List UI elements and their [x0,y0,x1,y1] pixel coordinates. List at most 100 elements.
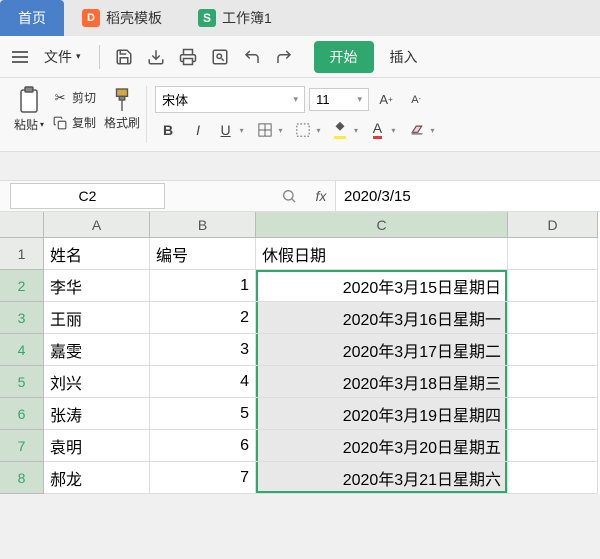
font-group: 宋体 ▾ 11 ▾ A+ A- B I U▾ ▾ [149,86,445,143]
copy-button[interactable]: 复制 [48,111,100,134]
file-label: 文件 [44,47,72,67]
chevron-down-icon: ▾ [354,126,358,135]
paste-button[interactable]: 粘贴 ▾ [14,116,44,133]
paste-text: 粘贴 [14,116,38,133]
save-icon[interactable] [110,43,138,71]
cell[interactable]: 编号 [150,238,256,270]
insert-label: 插入 [390,49,418,65]
export-icon[interactable] [142,43,170,71]
outline-button[interactable]: ▾ [291,117,325,143]
cell[interactable]: 郝龙 [44,462,150,494]
row-header[interactable]: 6 [0,398,44,430]
chevron-down-icon: ▾ [391,126,395,135]
quick-toolbar: 文件 ▾ 开始 插入 [0,36,600,78]
font-name-value: 宋体 [162,90,188,109]
tab-docer[interactable]: D 稻壳模板 [64,0,180,36]
font-size-select[interactable]: 11 ▾ [309,88,369,111]
eraser-button[interactable]: ▾ [405,117,439,143]
cell[interactable]: 李华 [44,270,150,302]
cell[interactable]: 嘉雯 [44,334,150,366]
clipboard-group: 粘贴 ▾ ✂ 剪切 复制 [8,86,147,143]
row-header[interactable]: 1 [0,238,44,270]
cell-reference-input[interactable]: C2 [10,183,165,209]
cell[interactable] [508,462,598,494]
col-header-A[interactable]: A [44,212,150,238]
cell[interactable]: 姓名 [44,238,150,270]
cell[interactable] [508,302,598,334]
fill-bucket-icon [334,121,346,139]
italic-button[interactable]: I [185,117,211,143]
format-painter-label: 格式刷 [104,114,140,131]
col-header-D[interactable]: D [508,212,598,238]
ribbon-tab-insert[interactable]: 插入 [390,47,418,67]
cell[interactable]: 王丽 [44,302,150,334]
print-icon[interactable] [174,43,202,71]
chevron-down-icon: ▾ [40,120,44,129]
cell[interactable] [508,270,598,302]
cell[interactable]: 1 [150,270,256,302]
cell[interactable] [508,398,598,430]
formula-input[interactable]: 2020/3/15 [335,181,600,211]
cell[interactable]: 4 [150,366,256,398]
format-painter-button[interactable]: 格式刷 [104,114,140,131]
select-all-corner[interactable] [0,212,44,238]
decrease-font-button[interactable]: A- [403,87,429,113]
cell[interactable]: 张涛 [44,398,150,430]
bold-button[interactable]: B [155,117,181,143]
tab-home[interactable]: 首页 [0,0,64,36]
redo-icon[interactable] [270,43,298,71]
paste-icon[interactable] [15,86,43,114]
cell-active[interactable]: 2020年3月15日星期日 [256,270,508,302]
tab-workbook-label: 工作簿1 [222,8,272,28]
cell-selected[interactable]: 2020年3月16日星期一 [256,302,508,334]
chevron-down-icon: ▾ [240,126,244,135]
format-painter-icon[interactable] [108,86,136,114]
fx-button[interactable]: fx [307,184,335,208]
cell[interactable]: 休假日期 [256,238,508,270]
row-header[interactable]: 4 [0,334,44,366]
zoom-fit-icon[interactable] [275,182,303,210]
cell[interactable]: 刘兴 [44,366,150,398]
print-preview-icon[interactable] [206,43,234,71]
cell-selected[interactable]: 2020年3月17日星期二 [256,334,508,366]
cell[interactable] [508,238,598,270]
tab-workbook[interactable]: S 工作簿1 [180,0,290,36]
spreadsheet-icon: S [198,9,216,27]
undo-icon[interactable] [238,43,266,71]
fill-color-button[interactable]: ▾ [329,117,363,143]
cell[interactable]: 袁明 [44,430,150,462]
ribbon-tab-start[interactable]: 开始 [314,41,374,73]
col-header-C[interactable]: C [256,212,508,238]
tab-docer-label: 稻壳模板 [106,8,162,28]
row-header[interactable]: 5 [0,366,44,398]
font-name-select[interactable]: 宋体 ▾ [155,86,305,113]
cell[interactable]: 5 [150,398,256,430]
menu-icon[interactable] [8,45,32,69]
cell[interactable]: 3 [150,334,256,366]
row-header[interactable]: 8 [0,462,44,494]
cell[interactable] [508,366,598,398]
formula-value: 2020/3/15 [344,188,411,205]
cut-label: 剪切 [72,89,96,106]
ribbon: 粘贴 ▾ ✂ 剪切 复制 [0,78,600,152]
copy-icon [52,115,68,131]
font-color-button[interactable]: A ▾ [367,117,401,143]
row-header[interactable]: 2 [0,270,44,302]
col-header-B[interactable]: B [150,212,256,238]
border-button[interactable]: ▾ [253,117,287,143]
file-menu[interactable]: 文件 ▾ [36,43,89,71]
row-header[interactable]: 3 [0,302,44,334]
cell[interactable] [508,334,598,366]
cell-selected[interactable]: 2020年3月20日星期五 [256,430,508,462]
row-header[interactable]: 7 [0,430,44,462]
cell[interactable]: 7 [150,462,256,494]
cell[interactable] [508,430,598,462]
cell[interactable]: 2 [150,302,256,334]
cell[interactable]: 6 [150,430,256,462]
cell-selected[interactable]: 2020年3月19日星期四 [256,398,508,430]
cut-button[interactable]: ✂ 剪切 [48,86,100,109]
cell-selected[interactable]: 2020年3月21日星期六 [256,462,508,494]
underline-button[interactable]: U▾ [215,117,249,143]
increase-font-button[interactable]: A+ [373,87,399,113]
cell-selected[interactable]: 2020年3月18日星期三 [256,366,508,398]
